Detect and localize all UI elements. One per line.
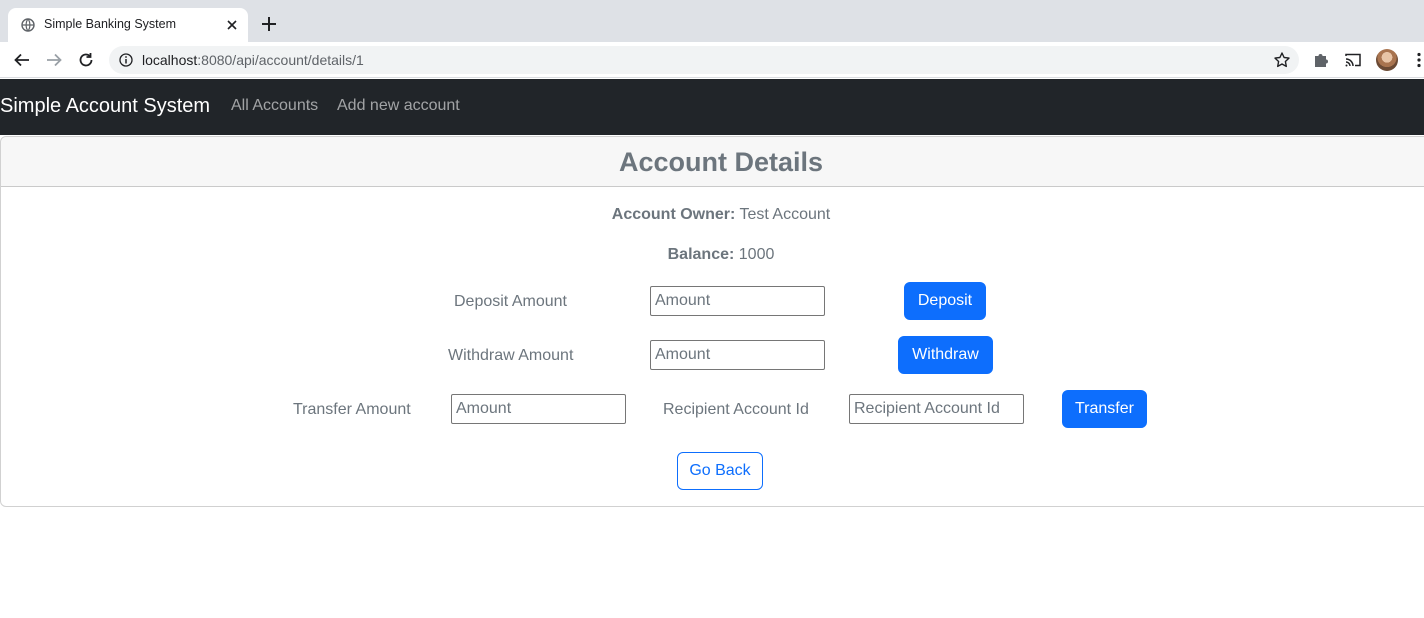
withdraw-amount-label: Withdraw Amount — [448, 347, 574, 364]
close-icon[interactable] — [224, 17, 240, 33]
deposit-amount-label: Deposit Amount — [454, 293, 567, 310]
withdraw-button[interactable]: Withdraw — [898, 336, 993, 374]
transfer-amount-label: Transfer Amount — [293, 401, 411, 418]
withdraw-amount-input[interactable] — [650, 340, 825, 370]
new-tab-icon[interactable] — [260, 15, 278, 33]
balance-label: Balance: — [667, 246, 735, 263]
card-header: Account Details — [1, 137, 1424, 187]
globe-icon — [21, 18, 35, 32]
url-path: :8080/api/account/details/1 — [197, 52, 364, 68]
recipient-account-id-label: Recipient Account Id — [663, 401, 809, 418]
transfer-button[interactable]: Transfer — [1062, 390, 1147, 428]
deposit-amount-input[interactable] — [650, 286, 825, 316]
browser-tab[interactable]: Simple Banking System — [8, 8, 248, 42]
account-details-card: Account Details Account Owner: Test Acco… — [0, 136, 1424, 507]
profile-avatar[interactable] — [1376, 49, 1398, 71]
balance-value: 1000 — [738, 246, 775, 263]
go-back-button[interactable]: Go Back — [677, 452, 763, 490]
forward-arrow-icon[interactable] — [45, 51, 63, 69]
tab-title: Simple Banking System — [44, 17, 177, 31]
deposit-button[interactable]: Deposit — [904, 282, 986, 320]
extensions-puzzle-icon[interactable] — [1312, 51, 1330, 69]
page-title: Account Details — [618, 147, 824, 177]
url-host: localhost — [142, 52, 198, 68]
account-owner-label: Account Owner: — [611, 206, 736, 223]
recipient-account-id-input[interactable] — [849, 394, 1024, 424]
browser-tab-strip: Simple Banking System — [0, 0, 1424, 42]
bookmark-star-icon[interactable] — [1273, 51, 1291, 69]
navbar-brand[interactable]: Simple Account System — [0, 95, 210, 118]
browser-toolbar: localhost:8080/api/account/details/1 — [0, 42, 1424, 78]
nav-link-add-new-account[interactable]: Add new account — [337, 97, 460, 115]
address-bar[interactable]: localhost:8080/api/account/details/1 — [109, 46, 1299, 74]
reload-icon[interactable] — [77, 51, 95, 69]
cast-icon[interactable] — [1344, 51, 1362, 69]
back-arrow-icon[interactable] — [13, 51, 31, 69]
url-text[interactable]: localhost:8080/api/account/details/1 — [142, 52, 364, 68]
more-menu-icon[interactable] — [1412, 51, 1424, 69]
nav-link-all-accounts[interactable]: All Accounts — [231, 97, 318, 115]
account-owner-line: Account Owner: Test Account — [1, 206, 1424, 224]
balance-line: Balance: 1000 — [1, 246, 1424, 264]
app-navbar: Simple Account System All Accounts Add n… — [0, 79, 1424, 135]
info-icon[interactable] — [119, 53, 133, 67]
account-owner-value: Test Account — [739, 206, 831, 223]
transfer-amount-input[interactable] — [451, 394, 626, 424]
